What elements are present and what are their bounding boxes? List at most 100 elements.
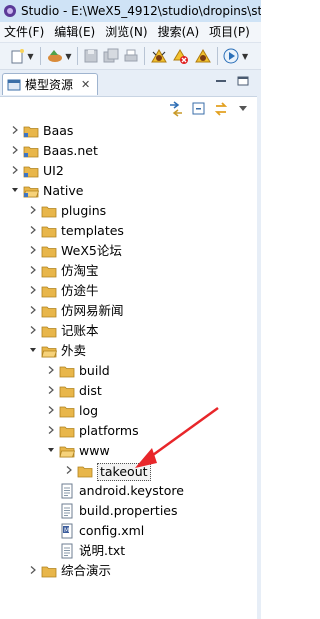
menu-search[interactable]: 搜索(A) [154,22,206,42]
tree-item-label: WeX5论坛 [61,243,122,258]
view-menu-icon[interactable] [238,103,248,113]
minimize-icon [216,80,226,82]
tree-item[interactable]: Native [0,181,261,201]
tree-item[interactable]: dist [0,381,261,401]
tree-item-label: Native [43,183,84,198]
new-icon [11,49,25,64]
collapsed-twistie-icon[interactable] [28,305,38,315]
print-icon [124,49,138,62]
tree-item[interactable]: 仿网易新闻 [0,301,261,321]
project-folder-icon [23,166,39,178]
expanded-twistie-icon[interactable] [46,445,56,455]
minimize-button[interactable] [214,74,228,88]
collapsed-twistie-icon[interactable] [46,385,56,395]
tree-item-label: config.xml [79,523,145,538]
expanded-twistie-icon[interactable] [10,185,20,195]
tree-item-label: platforms [79,423,139,438]
collapsed-twistie-icon[interactable] [10,145,20,155]
link-editor-icon[interactable] [168,101,184,117]
right-edge-border [257,70,261,619]
window-title-bar: Studio - E:\WeX5_4912\studio\dropins\stu [0,0,261,23]
tree-item[interactable]: templates [0,221,261,241]
project-folder-icon [23,186,39,198]
folder-icon [59,386,75,398]
tree-item[interactable]: www [0,441,261,461]
stop-debug-button[interactable] [170,45,192,67]
open-folder-icon [59,446,75,458]
tree-item-label: templates [61,223,124,238]
save-all-button[interactable] [101,45,121,67]
tree-item-label: 仿网易新闻 [61,303,124,318]
tree-item[interactable]: 说明.txt [0,541,261,561]
tree-item[interactable]: 综合演示 [0,561,261,581]
tree-item-label: takeout [97,463,151,481]
tree-item[interactable]: takeout [0,461,261,481]
tree-item-label: www [79,443,110,458]
sync-icon[interactable] [213,101,229,117]
collapsed-twistie-icon[interactable] [28,225,38,235]
print-button[interactable] [121,45,141,67]
file-icon [61,543,73,559]
tree-item[interactable]: 仿途牛 [0,281,261,301]
tab-model-resources[interactable]: 模型资源 ✕ [2,73,98,95]
collapsed-twistie-icon[interactable] [46,405,56,415]
collapsed-twistie-icon[interactable] [28,245,38,255]
collapsed-twistie-icon[interactable] [28,205,38,215]
menu-edit[interactable]: 编辑(E) [50,22,101,42]
collapse-all-icon[interactable] [191,101,207,117]
tree-item[interactable]: plugins [0,201,261,221]
tree-item-label: plugins [61,203,107,218]
tree-item[interactable]: build [0,361,261,381]
collapsed-twistie-icon[interactable] [64,465,74,475]
bug-icon [151,49,167,63]
tree-item[interactable]: Mconfig.xml [0,521,261,541]
collapsed-twistie-icon[interactable] [28,285,38,295]
folder-icon [41,246,57,258]
menu-bar: 文件(F) 编辑(E) 浏览(N) 搜索(A) 项目(P) [0,22,261,43]
tree-item[interactable]: android.keystore [0,481,261,501]
tree-item[interactable]: 外卖 [0,341,261,361]
studio-app-icon [4,5,16,17]
collapsed-twistie-icon[interactable] [10,125,20,135]
close-icon[interactable]: ✕ [81,78,90,91]
tree-item[interactable]: log [0,401,261,421]
chevron-down-icon[interactable]: ▼ [242,52,248,61]
maximize-icon [237,76,249,86]
maximize-button[interactable] [236,74,250,88]
tree-item[interactable]: 仿淘宝 [0,261,261,281]
expanded-twistie-icon[interactable] [28,345,38,355]
folder-icon [59,366,75,378]
tree-item-label: Baas [43,123,74,138]
tree-item[interactable]: Baas [0,121,261,141]
tree-item-label: 记账本 [61,323,99,338]
collapsed-twistie-icon[interactable] [28,265,38,275]
menu-navigate[interactable]: 浏览(N) [101,22,153,42]
run-tool-button[interactable]: ▼ [44,45,74,67]
svg-text:M: M [64,527,69,534]
folder-icon [41,226,57,238]
tree-item[interactable]: 记账本 [0,321,261,341]
collapsed-twistie-icon[interactable] [28,565,38,575]
tree-item[interactable]: build.properties [0,501,261,521]
collapsed-twistie-icon[interactable] [46,365,56,375]
debug-config-button[interactable] [192,45,214,67]
tree-item[interactable]: WeX5论坛 [0,241,261,261]
file-icon [61,483,73,499]
tree-item-label: 说明.txt [79,543,126,558]
tree-item[interactable]: platforms [0,421,261,441]
menu-file[interactable]: 文件(F) [0,22,50,42]
collapsed-twistie-icon[interactable] [10,165,20,175]
folder-icon [41,326,57,338]
tree-item-label: android.keystore [79,483,184,498]
new-button[interactable]: ▼ [7,45,37,67]
save-button[interactable] [81,45,101,67]
run-button[interactable] [221,45,241,67]
menu-project[interactable]: 项目(P) [205,22,256,42]
tree-item-label: 仿淘宝 [61,263,99,278]
tree-item[interactable]: Baas.net [0,141,261,161]
chevron-down-icon: ▼ [27,51,34,61]
collapsed-twistie-icon[interactable] [28,325,38,335]
debug-button[interactable] [148,45,170,67]
tree-item[interactable]: UI2 [0,161,261,181]
collapsed-twistie-icon[interactable] [46,425,56,435]
